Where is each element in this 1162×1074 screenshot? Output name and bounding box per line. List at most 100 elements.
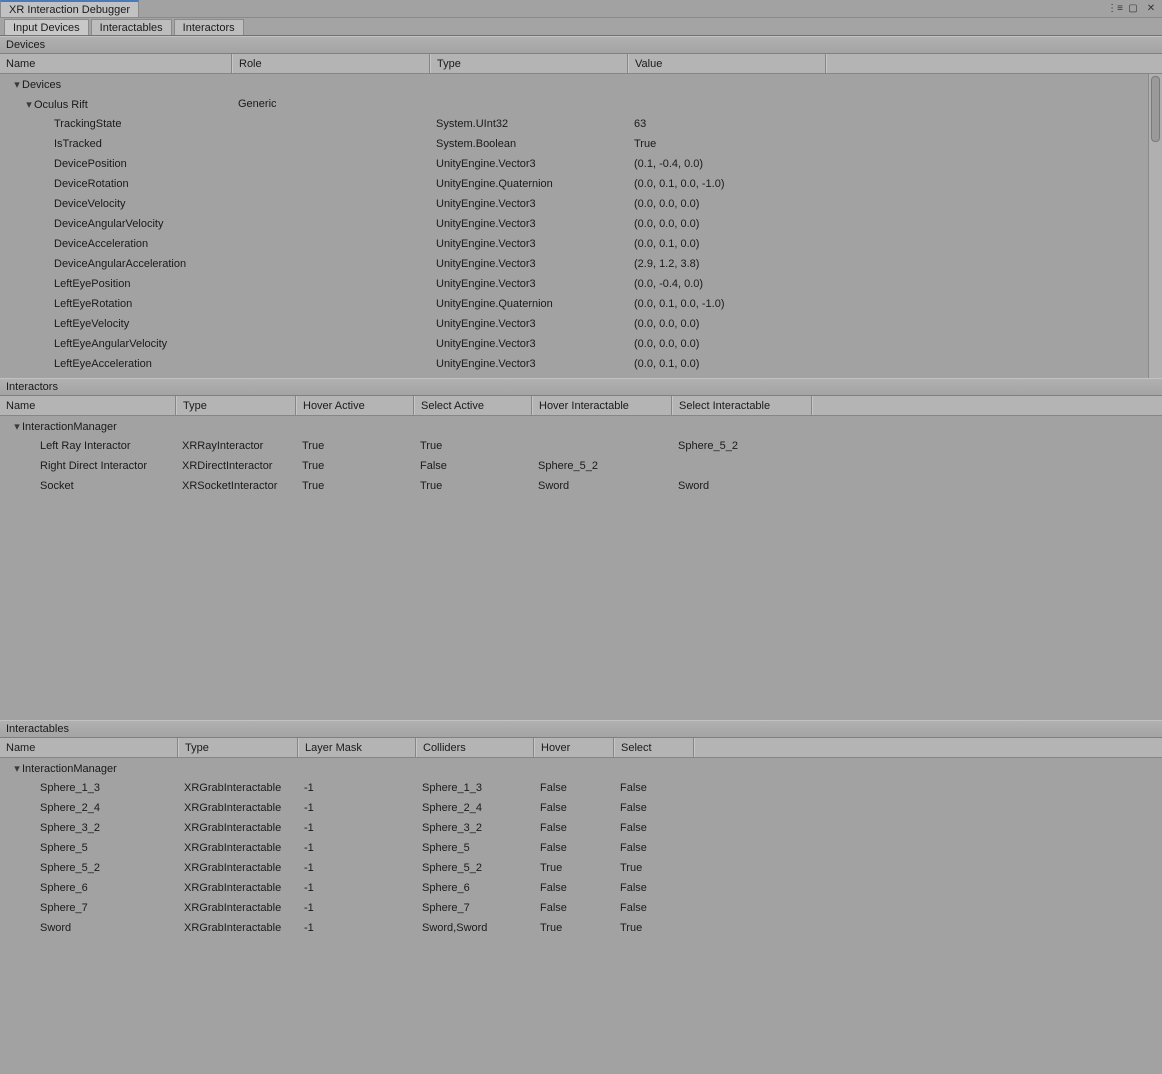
col-colliders[interactable]: Colliders: [416, 738, 534, 757]
scrollbar-thumb[interactable]: [1151, 76, 1160, 142]
expand-icon[interactable]: ▾: [12, 78, 22, 91]
property-name: IsTracked: [6, 138, 232, 150]
interactable-name: Sword: [6, 922, 178, 934]
property-row[interactable]: LeftEyeAccelerationUnityEngine.Vector3(0…: [0, 354, 1162, 374]
devices-columns: Name Role Type Value: [0, 54, 1162, 74]
expand-icon[interactable]: ▾: [12, 762, 22, 775]
property-name: LeftEyePosition: [6, 278, 232, 290]
property-row[interactable]: DeviceAngularAccelerationUnityEngine.Vec…: [0, 254, 1162, 274]
col-type[interactable]: Type: [430, 54, 628, 73]
property-row[interactable]: DeviceRotationUnityEngine.Quaternion(0.0…: [0, 174, 1162, 194]
property-row[interactable]: LeftEyeRotationUnityEngine.Quaternion(0.…: [0, 294, 1162, 314]
property-row[interactable]: DeviceVelocityUnityEngine.Vector3(0.0, 0…: [0, 194, 1162, 214]
tree-node-label: Devices: [22, 79, 61, 91]
interactable-name: Sphere_5_2: [6, 862, 178, 874]
interactors-panel-header: Interactors: [0, 378, 1162, 396]
interactable-name: Sphere_7: [6, 902, 178, 914]
interactor-row[interactable]: Left Ray InteractorXRRayInteractorTrueTr…: [0, 436, 1162, 456]
property-row[interactable]: TrackingStateSystem.UInt3263: [0, 114, 1162, 134]
interactor-name: Left Ray Interactor: [6, 440, 176, 452]
panel-title: Interactors: [6, 381, 58, 393]
col-select-active[interactable]: Select Active: [414, 396, 532, 415]
interactors-tree[interactable]: ▾InteractionManagerLeft Ray InteractorXR…: [0, 416, 1162, 720]
property-name: DeviceAcceleration: [6, 238, 232, 250]
interactables-tree[interactable]: ▾InteractionManagerSphere_1_3XRGrabInter…: [0, 758, 1162, 1074]
interactable-row[interactable]: SwordXRGrabInteractable-1Sword,SwordTrue…: [0, 918, 1162, 938]
tree-node-manager[interactable]: ▾InteractionManager: [0, 758, 1162, 778]
property-row[interactable]: LeftEyePositionUnityEngine.Vector3(0.0, …: [0, 274, 1162, 294]
tab-interactables[interactable]: Interactables: [91, 19, 172, 35]
interactor-row[interactable]: SocketXRSocketInteractorTrueTrueSwordSwo…: [0, 476, 1162, 496]
interactor-row[interactable]: Right Direct InteractorXRDirectInteracto…: [0, 456, 1162, 476]
col-role[interactable]: Role: [232, 54, 430, 73]
interactable-name: Sphere_5: [6, 842, 178, 854]
property-name: LeftEyeVelocity: [6, 318, 232, 330]
property-name: LeftEyeAcceleration: [6, 358, 232, 370]
property-row[interactable]: DevicePositionUnityEngine.Vector3(0.1, -…: [0, 154, 1162, 174]
tab-interactors[interactable]: Interactors: [174, 19, 244, 35]
devices-panel: Devices Name Role Type Value ▾Devices▾Oc…: [0, 36, 1162, 378]
col-hover-active[interactable]: Hover Active: [296, 396, 414, 415]
interactors-panel: Interactors Name Type Hover Active Selec…: [0, 378, 1162, 720]
col-layer-mask[interactable]: Layer Mask: [298, 738, 416, 757]
property-name: DeviceRotation: [6, 178, 232, 190]
property-name: TrackingState: [6, 118, 232, 130]
property-row[interactable]: IsTrackedSystem.BooleanTrue: [0, 134, 1162, 154]
col-type[interactable]: Type: [178, 738, 298, 757]
col-name[interactable]: Name: [0, 738, 178, 757]
col-hover[interactable]: Hover: [534, 738, 614, 757]
tree-node-label: Oculus Rift: [34, 99, 88, 111]
col-name[interactable]: Name: [0, 396, 176, 415]
tree-node-device[interactable]: ▾Oculus RiftGeneric: [0, 94, 1162, 114]
interactable-row[interactable]: Sphere_5XRGrabInteractable-1Sphere_5Fals…: [0, 838, 1162, 858]
interactable-row[interactable]: Sphere_1_3XRGrabInteractable-1Sphere_1_3…: [0, 778, 1162, 798]
expand-icon[interactable]: ▾: [12, 420, 22, 433]
col-value[interactable]: Value: [628, 54, 826, 73]
col-name[interactable]: Name: [0, 54, 232, 73]
devices-scrollbar[interactable]: [1148, 74, 1162, 378]
expand-icon[interactable]: ▾: [24, 98, 34, 111]
tree-node-devices[interactable]: ▾Devices: [0, 74, 1162, 94]
interactables-columns: Name Type Layer Mask Colliders Hover Sel…: [0, 738, 1162, 758]
interactable-row[interactable]: Sphere_3_2XRGrabInteractable-1Sphere_3_2…: [0, 818, 1162, 838]
property-name: LeftEyeRotation: [6, 298, 232, 310]
tab-label: Input Devices: [13, 22, 80, 34]
property-row[interactable]: DeviceAngularVelocityUnityEngine.Vector3…: [0, 214, 1162, 234]
interactable-row[interactable]: Sphere_7XRGrabInteractable-1Sphere_7Fals…: [0, 898, 1162, 918]
col-type[interactable]: Type: [176, 396, 296, 415]
close-icon[interactable]: ✕: [1144, 2, 1158, 16]
interactable-name: Sphere_2_4: [6, 802, 178, 814]
window-title-tab[interactable]: XR Interaction Debugger: [0, 0, 139, 17]
col-hover-interactable[interactable]: Hover Interactable: [532, 396, 672, 415]
interactable-row[interactable]: Sphere_2_4XRGrabInteractable-1Sphere_2_4…: [0, 798, 1162, 818]
interactable-row[interactable]: Sphere_6XRGrabInteractable-1Sphere_6Fals…: [0, 878, 1162, 898]
property-name: LeftEyeAngularVelocity: [6, 338, 232, 350]
property-row[interactable]: LeftEyeVelocityUnityEngine.Vector3(0.0, …: [0, 314, 1162, 334]
window-titlebar: XR Interaction Debugger ⋮≡ ▢ ✕: [0, 0, 1162, 18]
property-row[interactable]: LeftEyeAngularVelocityUnityEngine.Vector…: [0, 334, 1162, 354]
property-row[interactable]: DeviceAccelerationUnityEngine.Vector3(0.…: [0, 234, 1162, 254]
interactor-name: Socket: [6, 480, 176, 492]
context-menu-icon[interactable]: ⋮≡: [1108, 2, 1122, 16]
property-name: DeviceVelocity: [6, 198, 232, 210]
devices-tree[interactable]: ▾Devices▾Oculus RiftGenericTrackingState…: [0, 74, 1162, 378]
col-select[interactable]: Select: [614, 738, 694, 757]
interactable-name: Sphere_3_2: [6, 822, 178, 834]
col-spacer: [826, 54, 1162, 73]
panel-title: Interactables: [6, 723, 69, 735]
tab-label: Interactors: [183, 22, 235, 34]
interactable-name: Sphere_1_3: [6, 782, 178, 794]
tree-node-manager[interactable]: ▾InteractionManager: [0, 416, 1162, 436]
subtab-bar: Input Devices Interactables Interactors: [0, 18, 1162, 36]
col-select-interactable[interactable]: Select Interactable: [672, 396, 812, 415]
interactables-panel-header: Interactables: [0, 720, 1162, 738]
interactable-row[interactable]: Sphere_5_2XRGrabInteractable-1Sphere_5_2…: [0, 858, 1162, 878]
tree-node-label: InteractionManager: [22, 763, 117, 775]
window-title: XR Interaction Debugger: [9, 4, 130, 16]
property-name: DeviceAngularAcceleration: [6, 258, 232, 270]
tab-label: Interactables: [100, 22, 163, 34]
tab-input-devices[interactable]: Input Devices: [4, 19, 89, 35]
interactors-columns: Name Type Hover Active Select Active Hov…: [0, 396, 1162, 416]
property-name: DeviceAngularVelocity: [6, 218, 232, 230]
maximize-icon[interactable]: ▢: [1126, 2, 1140, 16]
